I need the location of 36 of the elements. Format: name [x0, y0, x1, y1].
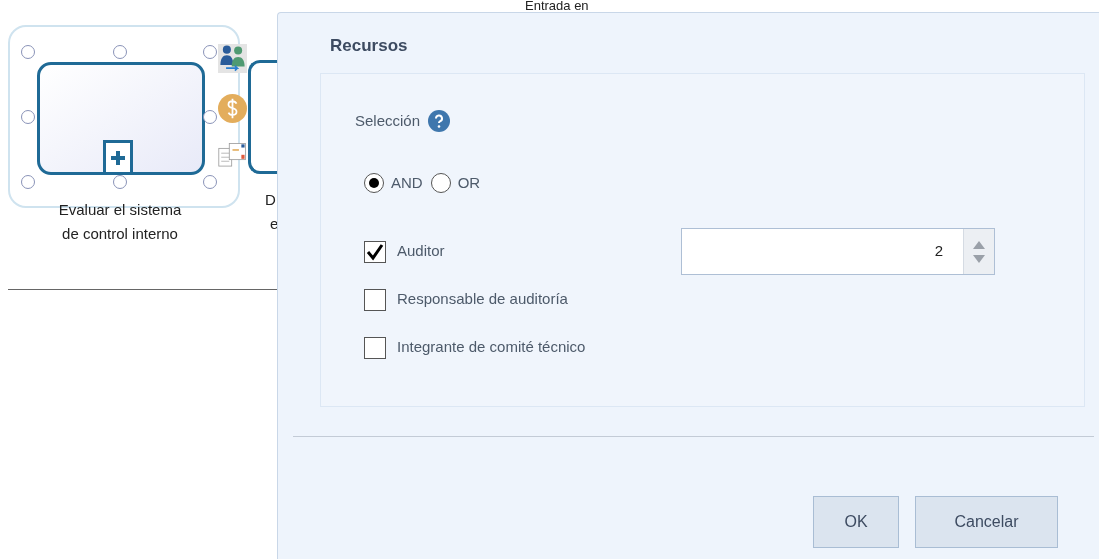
resize-handle[interactable] [21, 175, 35, 189]
task-box[interactable] [37, 62, 205, 175]
document-icon[interactable] [218, 140, 247, 168]
selection-label: Selección [355, 110, 421, 131]
resize-handle[interactable] [21, 110, 35, 124]
dialog-button[interactable]: OK [813, 495, 899, 548]
resize-handle[interactable] [113, 175, 127, 189]
checkbox[interactable] [364, 336, 386, 359]
radio-option[interactable]: AND [364, 172, 423, 195]
dialog-title: Recursos [330, 35, 408, 57]
task-label: Entrada en [525, 0, 589, 11]
decrement-arrow-icon[interactable] [973, 254, 985, 263]
resize-handle[interactable] [113, 45, 127, 59]
resource-checkbox-option[interactable]: Auditor [364, 240, 681, 263]
help-icon[interactable] [428, 109, 451, 132]
task-label: Evaluar el sistema [58, 200, 182, 220]
next-task-box[interactable] [248, 60, 277, 174]
increment-arrow-icon[interactable] [973, 240, 985, 249]
task-label: D [265, 190, 277, 210]
resource-checkbox-option[interactable]: Responsable de auditoría [364, 288, 681, 311]
checkbox[interactable] [364, 240, 386, 263]
resource-checkbox-option[interactable]: Integrante de comité técnico [364, 336, 681, 359]
radio-button[interactable] [364, 173, 384, 194]
radio-button[interactable] [430, 173, 451, 194]
checkbox[interactable] [364, 288, 386, 311]
task-label: de control interno [62, 224, 178, 244]
people-icon[interactable] [218, 44, 247, 73]
resize-handle[interactable] [203, 45, 217, 59]
subprocess-marker-icon [103, 140, 133, 175]
resize-handle[interactable] [21, 45, 35, 59]
resize-handle[interactable] [203, 110, 217, 124]
resize-handle[interactable] [203, 175, 217, 189]
radio-option[interactable]: OR [430, 172, 481, 195]
quantity-spinner[interactable]: 2 [681, 228, 995, 275]
task-label: e [270, 214, 279, 234]
dialog-button[interactable]: Cancelar [915, 495, 1058, 548]
